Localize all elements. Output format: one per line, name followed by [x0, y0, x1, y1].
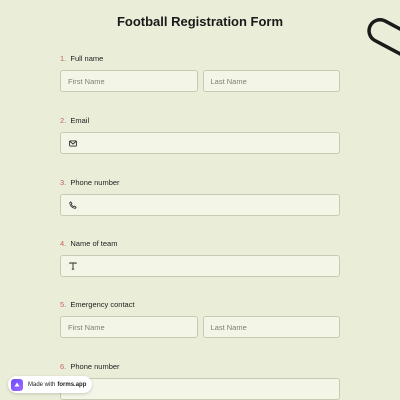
team-name-input[interactable]	[60, 255, 340, 277]
question-label: 2. Email	[60, 116, 340, 125]
question-number: 2.	[60, 116, 67, 125]
question-phone-number: 3. Phone number	[60, 178, 340, 216]
input-placeholder: Last Name	[210, 322, 247, 332]
question-text: Phone number	[70, 178, 120, 187]
question-name-of-team: 4. Name of team	[60, 239, 340, 277]
question-label: 5. Emergency contact	[60, 300, 340, 309]
forms-app-logo-icon	[11, 378, 23, 391]
question-full-name: 1. Full name First Name Last Name	[60, 54, 340, 92]
question-number: 5.	[60, 300, 67, 309]
question-emergency-phone-number: 6. Phone number	[60, 362, 340, 400]
question-label: 6. Phone number	[60, 362, 340, 371]
form-title: Football Registration Form	[116, 14, 284, 29]
question-text: Emergency contact	[70, 300, 135, 309]
emergency-phone-input[interactable]	[60, 378, 340, 400]
input-placeholder: First Name	[68, 322, 105, 332]
question-text: Email	[70, 116, 90, 125]
emergency-last-name-input[interactable]: Last Name	[202, 316, 340, 338]
question-text: Phone number	[70, 362, 120, 371]
email-input[interactable]	[60, 132, 340, 154]
made-with-forms-app-badge[interactable]: Made with forms.app	[8, 376, 93, 393]
phone-icon	[68, 201, 77, 210]
text-icon	[68, 262, 77, 271]
first-name-input[interactable]: First Name	[60, 70, 198, 92]
phone-number-input[interactable]	[60, 194, 340, 216]
last-name-input[interactable]: Last Name	[202, 70, 340, 92]
envelope-icon	[68, 139, 77, 148]
decorative-outline-shape	[367, 18, 400, 58]
question-label: 4. Name of team	[60, 239, 340, 248]
question-number: 3.	[60, 178, 67, 187]
question-emergency-contact: 5. Emergency contact First Name Last Nam…	[60, 300, 340, 338]
question-text: Name of team	[70, 239, 118, 248]
badge-brand: forms.app	[57, 381, 87, 388]
question-text: Full name	[70, 54, 104, 63]
question-number: 1.	[60, 54, 67, 63]
emergency-first-name-input[interactable]: First Name	[60, 316, 198, 338]
question-label: 1. Full name	[60, 54, 340, 63]
question-number: 6.	[60, 362, 67, 371]
input-placeholder: First Name	[68, 76, 105, 86]
badge-prefix: Made with	[28, 381, 56, 388]
question-email: 2. Email	[60, 116, 340, 154]
input-placeholder: Last Name	[210, 76, 247, 86]
question-number: 4.	[60, 239, 67, 248]
question-label: 3. Phone number	[60, 178, 340, 187]
